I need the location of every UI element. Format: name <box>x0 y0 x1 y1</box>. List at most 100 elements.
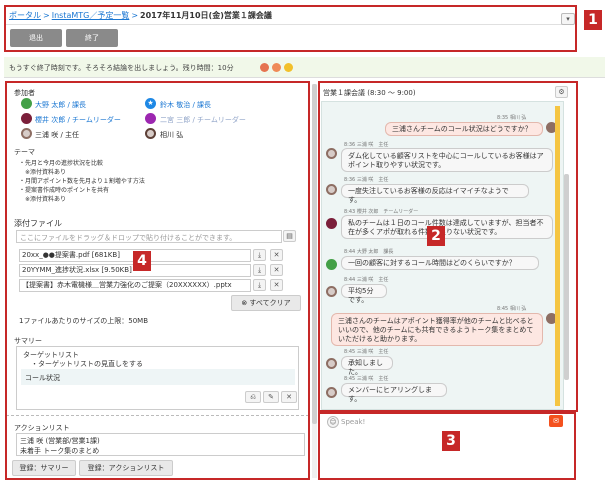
chat-title: 営業１課会議 (8:30 〜 9:00) <box>323 89 416 97</box>
clipboard-icon[interactable]: ▤ <box>283 230 296 242</box>
avatar <box>326 218 337 229</box>
page-title: 2017年11月10日(金)営業１課会議 <box>140 11 272 20</box>
theme-line: ・先月と今月の進捗状況を比較 <box>19 160 104 167</box>
download-icon[interactable]: ⤓ <box>253 264 266 276</box>
save-actions-button[interactable]: 登録：アクションリスト <box>79 460 173 476</box>
msg-meta: 8:44 大野 太郎 課長 <box>344 249 394 255</box>
theme-title: テーマ <box>14 148 35 156</box>
msg-meta: 8:35 相川 弘 <box>497 115 527 121</box>
chevron-down-icon[interactable]: ▾ <box>561 13 575 25</box>
save-summary-button[interactable]: 登録：サマリー <box>12 460 76 476</box>
theme-line: ・提案書作成時のポイントを共有 <box>19 187 110 194</box>
chat-bubble-left: ダム化している顧客リストを中心にコールしているお客様はアポイント取りやすい状況で… <box>341 148 553 172</box>
chat-input[interactable]: Speak! <box>341 415 546 429</box>
breadcrumb-schedule[interactable]: InstaMTG／予定一覧 <box>52 11 130 20</box>
chat-bubble-right: 三浦さんチームのコール状況はどうですか？ <box>385 122 543 136</box>
theme-line: ※添付資料あり <box>19 169 67 176</box>
status-dot-yellow <box>284 63 293 72</box>
msg-meta: 8:43 櫻井 次郎 チームリーダー <box>344 209 419 215</box>
breadcrumb-portal[interactable]: ポータル <box>9 11 41 20</box>
download-icon[interactable]: ⤓ <box>253 279 266 291</box>
theme-line: ・月間アポイント数を先月より１割増やす方法 <box>19 178 145 185</box>
callout-number-3: 3 <box>442 431 460 451</box>
emoji-icon[interactable]: ☺ <box>327 416 339 428</box>
participants-title: 参加者 <box>14 89 35 97</box>
send-icon[interactable]: ✉ <box>549 415 563 427</box>
participant-link[interactable]: 二宮 三郎 / チームリーダー <box>160 115 246 125</box>
callout-number-1: 1 <box>584 10 602 30</box>
status-dot-orange <box>272 63 281 72</box>
participant-link[interactable]: 大野 太郎 / 課長 <box>35 100 86 110</box>
left-scrollbar[interactable] <box>312 84 317 478</box>
chat-scroll-track[interactable] <box>555 106 560 406</box>
edit-icon[interactable]: ✎ <box>263 391 279 403</box>
breadcrumb: ポータル > InstaMTG／予定一覧 >2017年11月10日(金)営業１課会議 <box>9 10 272 21</box>
chat-bubble-left: 一度失注しているお客様の反応はイマイチなようです。 <box>341 184 529 204</box>
callout-number-2: 2 <box>427 226 445 246</box>
action-list-box[interactable]: 三浦 咲 (営業部/営業1課) 未着手 トーク集のまとめ <box>16 433 305 456</box>
clear-all-button[interactable]: ⊗ すべてクリア <box>231 295 301 311</box>
close-icon[interactable]: ✕ <box>270 264 283 276</box>
participant-name: 相川 弘 <box>160 131 184 139</box>
summary-title: サマリー <box>14 337 42 345</box>
file-name: 20xx_●●提案書.pdf [681KB] <box>22 251 120 259</box>
star-icon: ★ <box>145 98 156 109</box>
time-notice-bar: もうすぐ終了時刻です。そろそろ結論を出しましょう。残り時間：10分 <box>4 57 605 78</box>
summary-sub-text: コール状況 <box>25 374 60 382</box>
meeting-info-pane: 参加者 大野 太郎 / 課長 ★ 鈴木 敬治 / 課長 櫻井 次郎 / チームリ… <box>5 82 310 480</box>
action-line: 三浦 咲 (営業部/営業1課) <box>20 437 100 445</box>
summary-line: ・ターゲットリストの見直しをする <box>31 360 143 368</box>
participant-link[interactable]: 鈴木 敬治 / 課長 <box>160 100 211 110</box>
avatar <box>145 113 156 124</box>
file-item[interactable]: 【提案書】赤木電機様＿営業力強化のご提案（20XXXXXX）.pptx <box>19 279 251 292</box>
drop-placeholder: ここにファイルをドラッグ＆ドロップで貼り付けることができます。 <box>20 234 237 242</box>
gear-icon[interactable]: ⚙ <box>555 86 568 98</box>
breadcrumb-separator: > <box>43 11 50 20</box>
header-bar: ポータル > InstaMTG／予定一覧 >2017年11月10日(金)営業１課会議 … <box>5 5 575 25</box>
avatar <box>21 98 32 109</box>
avatar <box>145 128 156 139</box>
msg-meta: 8:45 三浦 咲 主任 <box>344 349 389 355</box>
section-divider <box>6 415 309 416</box>
chat-bubble-right: 三浦さんのチームはアポイント獲得率が他のチームと比べるといいので、他のチームにも… <box>331 313 543 346</box>
files-title: 添付ファイル <box>14 219 62 228</box>
exit-button[interactable]: 退出 <box>10 29 62 47</box>
participant-link[interactable]: 櫻井 次郎 / チームリーダー <box>35 115 121 125</box>
chat-scrollbar-thumb[interactable] <box>564 174 569 380</box>
msg-meta: 8:36 三浦 咲 主任 <box>344 177 389 183</box>
breadcrumb-separator: > <box>131 11 139 20</box>
avatar <box>326 148 337 159</box>
chat-bubble-left: 一回の顧客に対するコール時間はどのくらいですか？ <box>341 256 539 270</box>
summary-sub-block: コール状況 <box>21 369 295 385</box>
msg-meta: 8:44 三浦 咲 主任 <box>344 277 389 283</box>
msg-meta: 8:45 三浦 咲 主任 <box>344 376 389 382</box>
file-name: 【提案書】赤木電機様＿営業力強化のご提案（20XXXXXX）.pptx <box>22 281 232 289</box>
theme-line: ※添付資料あり <box>19 196 67 203</box>
attachment-icon[interactable]: ⎌ <box>245 391 261 403</box>
file-drop-zone[interactable]: ここにファイルをドラッグ＆ドロップで貼り付けることができます。 <box>16 230 282 243</box>
chat-log[interactable]: 8:35 相川 弘 三浦さんチームのコール状況はどうですか？ 8:36 三浦 咲… <box>321 101 564 410</box>
end-button[interactable]: 終了 <box>66 29 118 47</box>
chat-bubble-left: 私のチームは１日のコール件数は達成していますが、担当者不在が多くアポが取れる件数… <box>341 215 553 239</box>
status-dot-red <box>260 63 269 72</box>
avatar <box>326 358 337 369</box>
summary-editor[interactable]: ターゲットリスト ・ターゲットリストの見直しをする コール状況 ⎌ ✎ ✕ <box>16 346 299 410</box>
action-line: 未着手 トーク集のまとめ <box>20 447 100 455</box>
file-name: 20YYMM_進捗状況.xlsx [9.50KB] <box>22 266 132 274</box>
chat-pane: 営業１課会議 (8:30 〜 9:00) ⚙ 8:35 相川 弘 三浦さんチーム… <box>319 82 577 412</box>
participant-name: 三浦 咲 / 主任 <box>35 131 80 139</box>
file-size-limit: 1ファイルあたりのサイズの上限：50MB <box>19 317 148 325</box>
avatar <box>21 128 32 139</box>
avatar <box>326 184 337 195</box>
callout-number-4: 4 <box>133 251 151 271</box>
download-icon[interactable]: ⤓ <box>253 249 266 261</box>
scrollbar-thumb[interactable] <box>312 84 317 424</box>
close-icon[interactable]: ✕ <box>270 249 283 261</box>
avatar <box>21 113 32 124</box>
close-icon[interactable]: ✕ <box>270 279 283 291</box>
msg-meta: 8:45 相川 弘 <box>497 306 527 312</box>
chat-bubble-left: メンバーにヒアリングします。 <box>341 383 447 403</box>
chat-bubble-left: 承知しました。 <box>341 356 393 376</box>
close-icon[interactable]: ✕ <box>281 391 297 403</box>
chat-bubble-left: 平均5分です。 <box>341 284 387 304</box>
